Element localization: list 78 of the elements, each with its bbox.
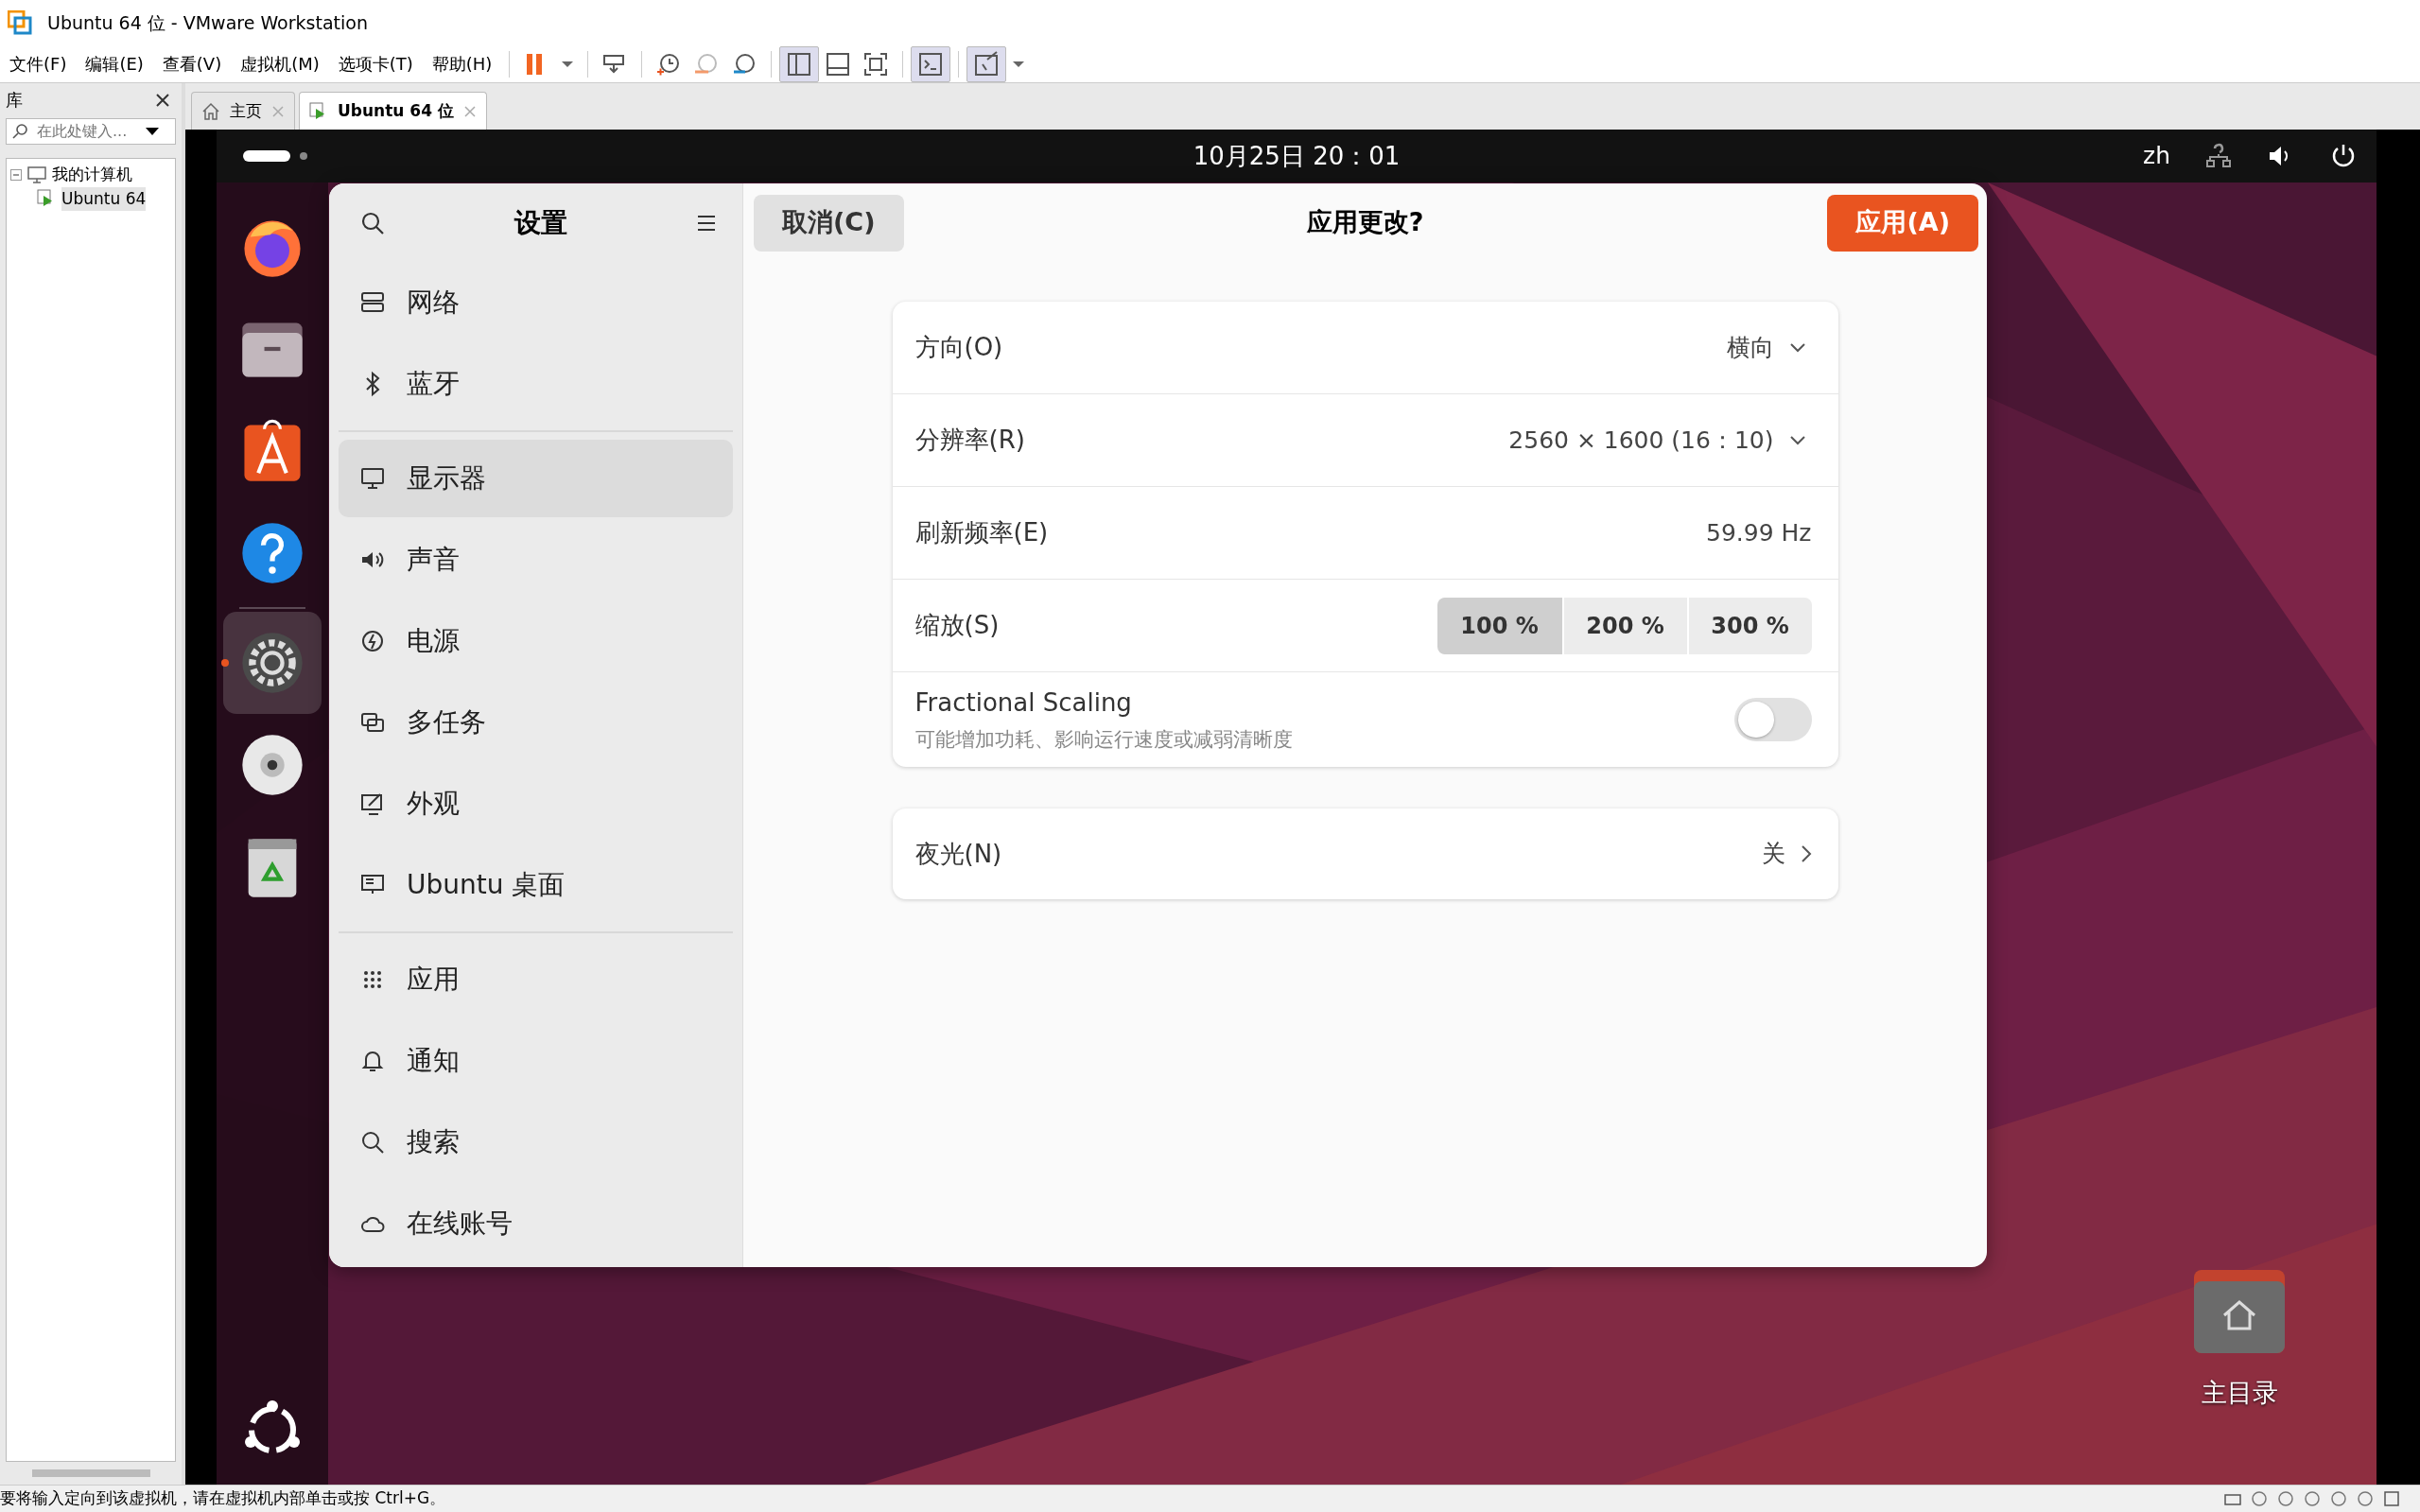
night-light-row[interactable]: 夜光(N) 关 xyxy=(892,808,1838,899)
sidebar-item[interactable]: 多任务 xyxy=(339,684,733,761)
sidebar-item[interactable]: Ubuntu 桌面 xyxy=(339,846,733,924)
running-indicator xyxy=(221,659,229,667)
menu-item[interactable]: 帮助(H) xyxy=(422,51,502,77)
monitor-icon xyxy=(27,165,46,183)
row-subtitle: 可能增加功耗、影响运行速度或减弱清晰度 xyxy=(914,726,1293,753)
row-label: 夜光(N) xyxy=(914,838,1002,870)
menu-item[interactable]: 文件(F) xyxy=(0,51,77,77)
sidebar-item[interactable]: 搜索 xyxy=(339,1104,733,1181)
sidebar-item[interactable]: 声音 xyxy=(339,521,733,599)
sidebar-item[interactable]: 显示器 xyxy=(339,440,733,517)
stretch-button[interactable] xyxy=(966,45,1007,82)
row-value: 59.99 Hz xyxy=(1706,517,1812,548)
sidebar-view-button[interactable] xyxy=(779,45,820,82)
row-label: Fractional Scaling xyxy=(914,686,1133,719)
sidebar-item[interactable]: 通知 xyxy=(339,1022,733,1100)
sidebar-title: 设置 xyxy=(514,205,567,240)
dropdown[interactable]: 2560 × 1600 (16：10) xyxy=(1503,421,1812,460)
search-field[interactable]: 在此处键入... xyxy=(35,119,139,144)
caret-icon xyxy=(561,60,575,68)
sidebar-item[interactable]: 外观 xyxy=(339,765,733,843)
vm-tree-item[interactable]: Ubuntu 64 xyxy=(61,186,147,211)
window-title: Ubuntu 64 位 - VMware Workstation xyxy=(47,10,368,35)
network-icon[interactable] xyxy=(2204,142,2233,170)
search-icon xyxy=(12,123,29,140)
monitor-icon xyxy=(359,465,386,492)
row-label: 方向(O) xyxy=(914,332,1003,363)
app-logo-icon xyxy=(8,10,32,35)
thumbnail-view-icon xyxy=(825,50,852,78)
row-label: 刷新频率(E) xyxy=(914,517,1049,548)
tab[interactable]: 主页 xyxy=(191,92,295,130)
menu-item[interactable]: 选项卡(T) xyxy=(328,51,423,77)
sidebar-item[interactable]: 蓝牙 xyxy=(339,345,733,423)
chevron-down-icon xyxy=(1788,434,1806,446)
chevron-right-icon xyxy=(1800,844,1812,863)
collapse-icon[interactable] xyxy=(10,168,22,181)
close-icon xyxy=(155,92,170,108)
chevron-down-icon xyxy=(1788,341,1806,354)
row-label: 分辨率(R) xyxy=(914,425,1025,456)
segment-button[interactable]: 100 % xyxy=(1436,597,1562,654)
tree-item[interactable]: 我的计算机 xyxy=(52,163,132,187)
sidebar-item[interactable]: 在线账号 xyxy=(339,1185,733,1262)
toggle-switch[interactable] xyxy=(1733,698,1812,741)
stretch-icon xyxy=(973,50,1001,78)
panel-title: 库 xyxy=(6,89,23,112)
menu-item[interactable]: 编辑(E) xyxy=(76,51,153,77)
sidebar-item[interactable]: 应用 xyxy=(339,941,733,1018)
message-icon[interactable] xyxy=(2382,1489,2401,1508)
home-icon xyxy=(201,101,220,121)
workspace-indicator-icon[interactable] xyxy=(243,149,309,163)
console-icon xyxy=(917,50,945,78)
tab[interactable]: Ubuntu 64 位 xyxy=(299,92,487,130)
dropdown[interactable]: 横向 xyxy=(1720,328,1812,367)
status-message: 要将输入定向到该虚拟机，请在虚拟机内部单击或按 Ctrl+G。 xyxy=(0,1487,446,1510)
scrollbar-thumb[interactable] xyxy=(31,1469,150,1477)
fullscreen-icon xyxy=(862,50,890,78)
segment-button[interactable]: 300 % xyxy=(1686,597,1812,654)
console-button[interactable] xyxy=(911,45,951,82)
menu-item[interactable]: 虚拟机(M) xyxy=(231,51,329,77)
dock-item[interactable] xyxy=(223,612,322,714)
sidebar-item[interactable]: 网络 xyxy=(339,264,733,341)
search-box[interactable]: 在此处键入... xyxy=(6,118,176,145)
row-value: 关 xyxy=(1761,839,1785,870)
search-icon xyxy=(359,1129,386,1156)
caret-icon xyxy=(1012,60,1026,68)
cancel-button[interactable]: 取消(C) xyxy=(754,194,904,252)
segment-button[interactable]: 200 % xyxy=(1561,597,1687,654)
sidebar-view-icon xyxy=(786,50,813,78)
clock[interactable]: 10月25日 20：01 xyxy=(1193,137,1401,175)
menu-item[interactable]: 查看(V) xyxy=(152,51,232,77)
sidebar-item[interactable]: 电源 xyxy=(339,602,733,680)
caret-icon xyxy=(145,126,160,137)
row-label: 缩放(S) xyxy=(914,610,1000,641)
input-method-indicator[interactable]: zh xyxy=(2143,138,2170,174)
power-icon xyxy=(359,628,386,654)
apply-button[interactable]: 应用(A) xyxy=(1827,194,1978,252)
dialog-title: 应用更改? xyxy=(1306,206,1424,239)
